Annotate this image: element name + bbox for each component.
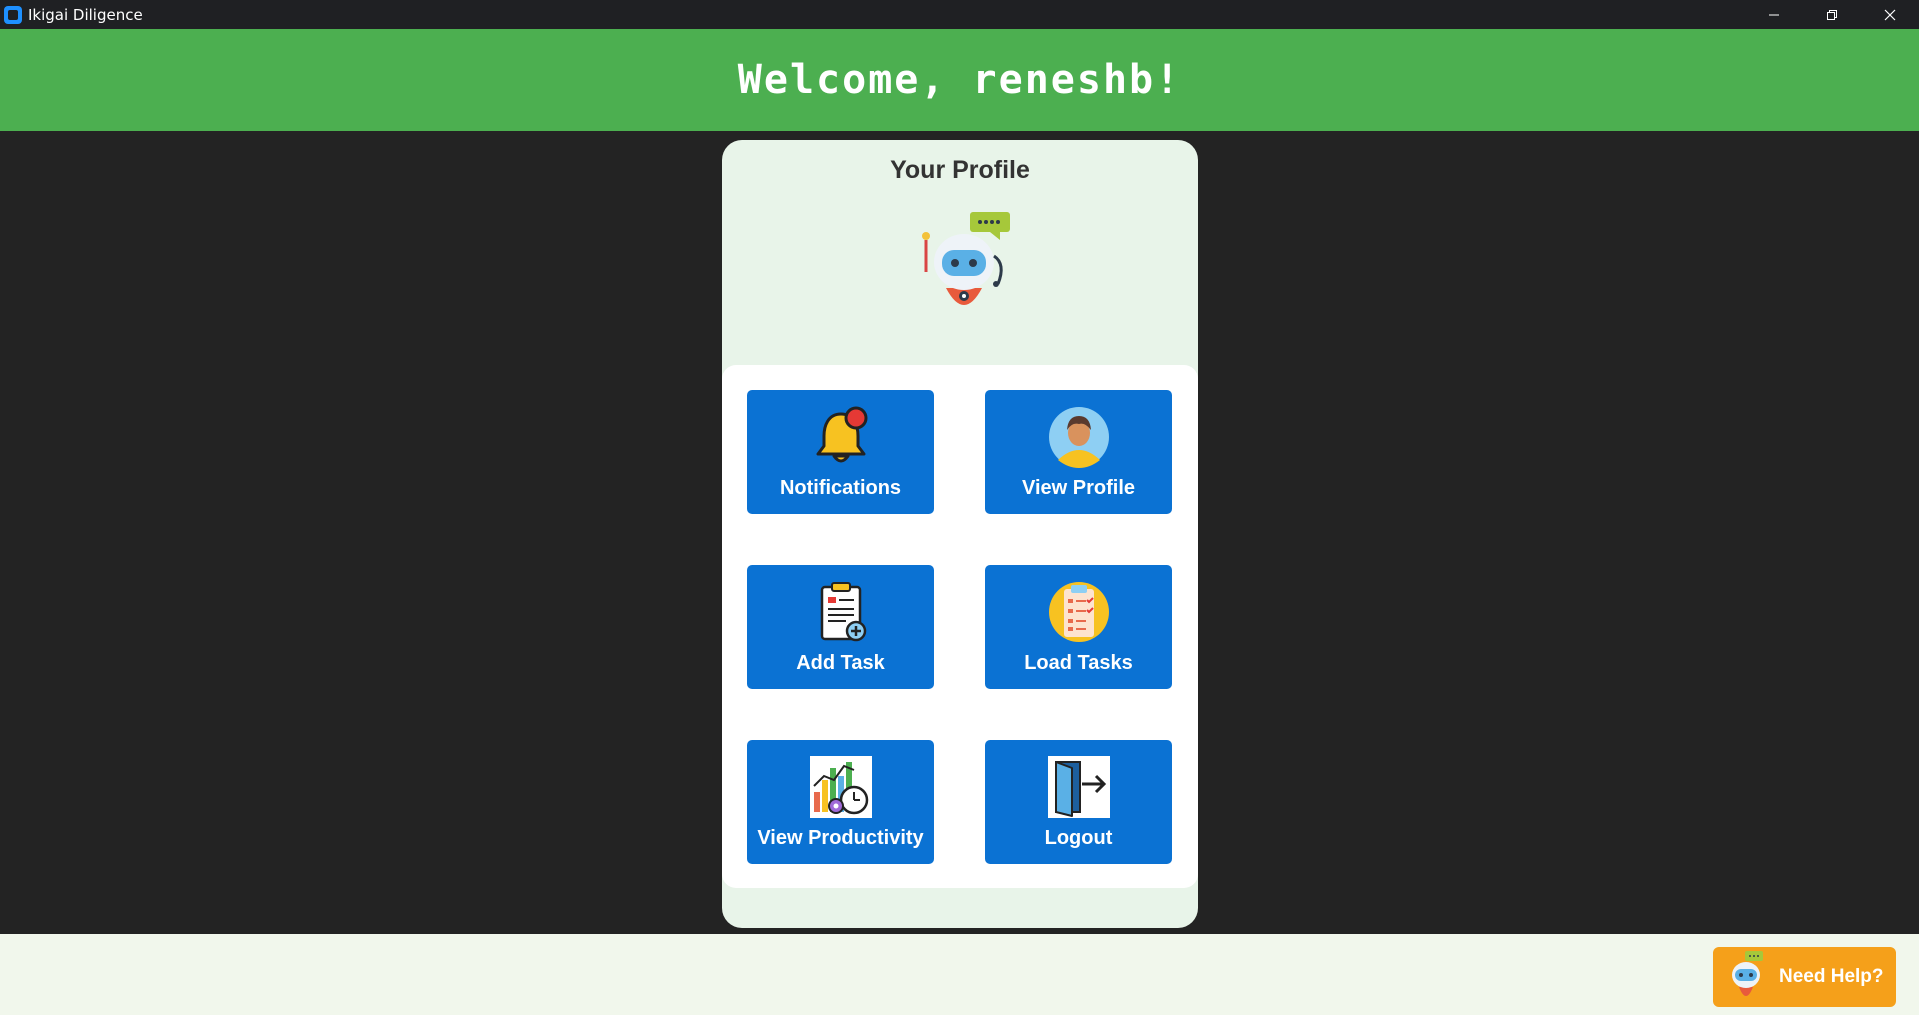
window-title: Ikigai Diligence [28, 5, 143, 24]
robot-icon [922, 212, 1010, 305]
welcome-header: Welcome, reneshb! [0, 29, 1919, 131]
window-title-bar: Ikigai Diligence [0, 0, 1919, 29]
restore-button[interactable] [1803, 0, 1861, 29]
view-profile-button[interactable]: View Profile [985, 390, 1172, 514]
bell-icon [816, 406, 867, 463]
need-help-button[interactable]: Need Help? [1713, 947, 1896, 1007]
restore-icon [1827, 9, 1837, 20]
welcome-text: Welcome, reneshb! [737, 57, 1182, 103]
app-icon [4, 5, 22, 24]
add-task-button[interactable]: Add Task [747, 565, 934, 689]
close-button[interactable] [1861, 0, 1919, 29]
tile-label-view-profile: View Profile [1021, 477, 1135, 499]
minimize-button[interactable] [1745, 0, 1803, 29]
load-tasks-button[interactable]: Load Tasks [985, 565, 1172, 689]
close-icon [1884, 9, 1896, 20]
profile-card: Your Profile Notifications View Profile … [722, 140, 1198, 928]
tile-label-notifications: Notifications [779, 477, 902, 499]
view-productivity-button[interactable]: View Productivity [747, 740, 934, 864]
tile-label-add-task: Add Task [796, 652, 885, 674]
tile-label-logout: Logout [1044, 827, 1113, 849]
need-help-label: Need Help? [1779, 966, 1884, 987]
logout-button[interactable]: Logout [985, 740, 1172, 864]
tile-label-load-tasks: Load Tasks [1024, 652, 1133, 674]
productivity-chart-icon [809, 756, 872, 818]
logout-door-icon [1047, 756, 1110, 818]
robot-icon [1732, 951, 1763, 996]
action-grid: Notifications View Profile Add Task Load… [722, 365, 1198, 888]
user-avatar-icon [1048, 407, 1109, 468]
minimize-icon [1769, 14, 1779, 15]
tile-label-view-productivity: View Productivity [757, 827, 924, 849]
footer-bar [0, 934, 1919, 1015]
clipboard-add-icon [820, 582, 866, 642]
checklist-icon [1048, 582, 1109, 642]
window-controls [1745, 0, 1919, 29]
profile-title: Your Profile [890, 156, 1030, 184]
notifications-button[interactable]: Notifications [747, 390, 934, 514]
